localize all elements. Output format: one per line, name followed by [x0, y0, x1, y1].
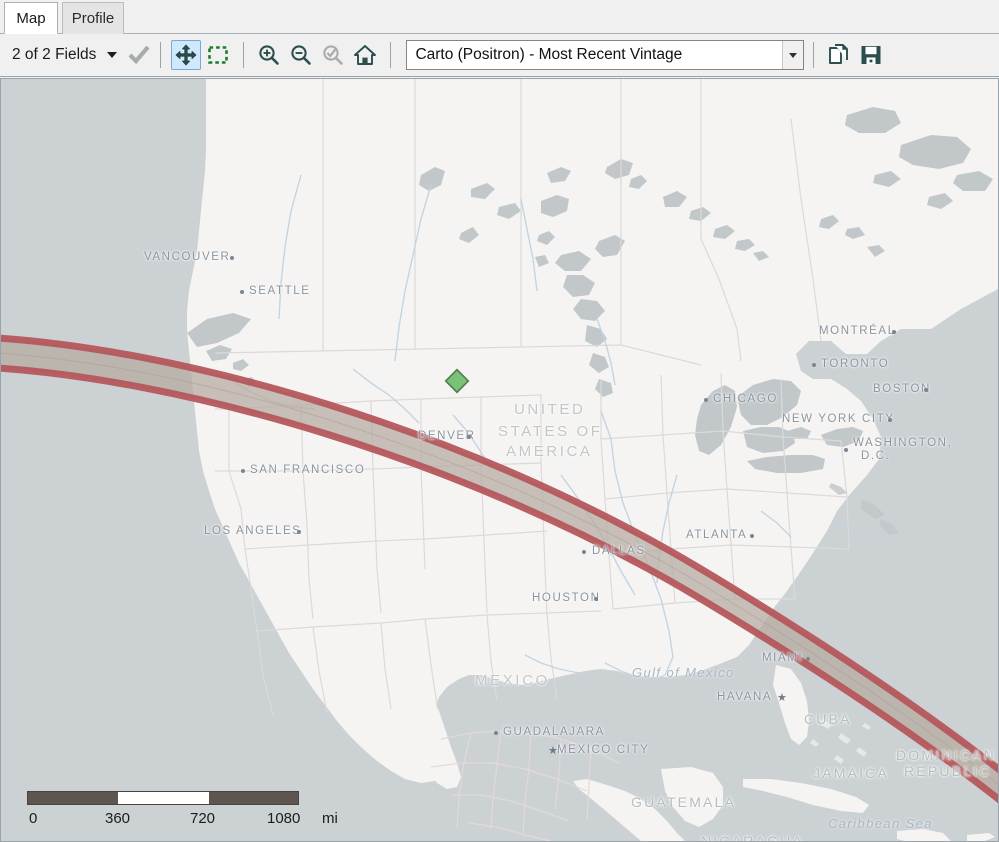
- zoom-full-extent-home-button[interactable]: [350, 40, 380, 70]
- city-label-houston: HOUSTON: [532, 592, 601, 604]
- country-label-united: UNITED: [514, 401, 586, 418]
- rectangle-select-tool-button[interactable]: [203, 40, 233, 70]
- city-label-miami: MIAMI: [762, 652, 804, 664]
- scale-tick-1: 360: [105, 810, 131, 827]
- pan-tool-button[interactable]: [171, 40, 202, 70]
- country-label-republic: REPUBLIC: [904, 763, 992, 779]
- map-label-layer: VANCOUVER SEATTLE SAN FRANCISCO LOS ANGELES…: [1, 79, 998, 841]
- copy-pages-icon: [829, 44, 849, 64]
- scale-bar-labels: 0 360 720 1080 mi: [17, 807, 338, 827]
- home-icon: [354, 45, 377, 65]
- city-label-mexico-city: MEXICO CITY: [557, 744, 650, 756]
- city-dot-marker: [594, 597, 598, 601]
- zoom-to-selection-button[interactable]: [318, 40, 348, 70]
- city-dot-marker: [704, 398, 708, 402]
- fields-dropdown-button[interactable]: [105, 48, 119, 62]
- capital-star-marker: ★: [777, 692, 787, 704]
- scale-bar: [27, 791, 299, 805]
- city-label-washington: WASHINGTON,: [853, 437, 953, 449]
- city-label-d-c: D.C.: [861, 450, 891, 462]
- tab-map[interactable]: Map: [4, 2, 58, 34]
- zoom-out-button[interactable]: [286, 40, 316, 70]
- city-dot-marker: [230, 256, 234, 260]
- toolbar-separator-2: [243, 42, 245, 68]
- save-map-button[interactable]: [856, 40, 886, 70]
- country-label-cuba: CUBA: [804, 711, 852, 727]
- toolbar-separator-3: [390, 42, 392, 68]
- city-dot-marker: [467, 435, 471, 439]
- city-dot-marker: [806, 657, 810, 661]
- city-dot-marker: [750, 534, 754, 538]
- dashed-rectangle-select-icon: [208, 46, 229, 64]
- city-dot-marker: [892, 330, 896, 334]
- copy-map-button[interactable]: [824, 40, 854, 70]
- tab-strip: Map Profile: [0, 0, 999, 34]
- tab-profile[interactable]: Profile: [62, 2, 124, 34]
- city-label-vancouver: VANCOUVER: [144, 251, 231, 263]
- pan-move-icon: [176, 44, 197, 66]
- city-dot-marker: [888, 418, 892, 422]
- scale-tick-0: 0: [29, 810, 38, 827]
- magnifier-check-icon: [323, 45, 344, 65]
- city-label-san-francisco: SAN FRANCISCO: [250, 464, 366, 476]
- scale-unit-label: mi: [322, 810, 338, 827]
- city-label-new-york-city: NEW YORK CITY: [782, 413, 895, 425]
- city-label-los-angeles: LOS ANGELES: [204, 525, 302, 537]
- city-dot-marker: [240, 290, 244, 294]
- map-viewer-window: Map Profile 2 of 2 Fields Carto (Positro…: [0, 0, 999, 842]
- city-dot-marker: [924, 388, 928, 392]
- city-dot-marker: [844, 448, 848, 452]
- floppy-disk-save-icon: [861, 46, 881, 64]
- water-label-gulf-of-mexico: Gulf of Mexico: [632, 665, 735, 680]
- city-label-atlanta: ATLANTA: [686, 529, 748, 541]
- capital-star-marker: ★: [548, 745, 558, 757]
- map-canvas[interactable]: VANCOUVER SEATTLE SAN FRANCISCO LOS ANGELES…: [0, 78, 999, 842]
- country-label-nicaragua: NICARAGUA: [701, 833, 805, 842]
- city-label-toronto: TORONTO: [821, 358, 890, 370]
- city-label-montr-al: MONTRÉAL: [819, 325, 896, 337]
- checkmark-icon: [128, 45, 151, 65]
- basemap-selected-label: Carto (Positron) - Most Recent Vintage: [415, 46, 683, 63]
- tab-map-label: Map: [16, 9, 46, 27]
- city-label-chicago: CHICAGO: [713, 393, 778, 405]
- city-label-seattle: SEATTLE: [249, 285, 311, 297]
- country-label-guatemala: GUATEMALA: [631, 794, 737, 810]
- tab-profile-label: Profile: [71, 10, 115, 27]
- country-label-dominican: DOMINICAN: [896, 747, 996, 763]
- chevron-down-icon: [107, 52, 118, 58]
- zoom-in-button[interactable]: [254, 40, 284, 70]
- toolbar-separator-1: [160, 42, 162, 68]
- city-dot-marker: [494, 731, 498, 735]
- water-label-caribbean-sea: Caribbean Sea: [828, 816, 933, 831]
- basemap-dropdown-arrow[interactable]: [782, 41, 804, 69]
- city-dot-marker: [297, 530, 301, 534]
- country-label-mexico: MEXICO: [475, 672, 550, 689]
- city-label-boston: BOSTON: [873, 383, 931, 395]
- city-dot-marker: [241, 469, 245, 473]
- magnifier-minus-icon: [291, 45, 312, 65]
- scale-tick-3: 1080: [267, 810, 301, 827]
- city-label-dallas: DALLAS: [592, 545, 646, 557]
- city-label-havana: HAVANA: [717, 691, 773, 703]
- map-toolbar: 2 of 2 Fields Carto (Positron) - Most Re…: [0, 34, 999, 77]
- magnifier-plus-icon: [259, 45, 280, 65]
- country-label-states-of: STATES OF: [498, 423, 603, 440]
- apply-fields-button[interactable]: [127, 43, 151, 67]
- basemap-select[interactable]: Carto (Positron) - Most Recent Vintage: [406, 40, 805, 70]
- city-dot-marker: [582, 550, 586, 554]
- country-label-america: AMERICA: [506, 443, 593, 460]
- fields-count-label: 2 of 2 Fields: [12, 46, 97, 63]
- country-label-jamaica: JAMAICA: [813, 765, 890, 781]
- scale-tick-2: 720: [190, 810, 216, 827]
- city-label-guadalajara: GUADALAJARA: [503, 726, 605, 738]
- city-dot-marker: [812, 363, 816, 367]
- toolbar-separator-4: [813, 42, 815, 68]
- chevron-down-icon: [789, 52, 798, 58]
